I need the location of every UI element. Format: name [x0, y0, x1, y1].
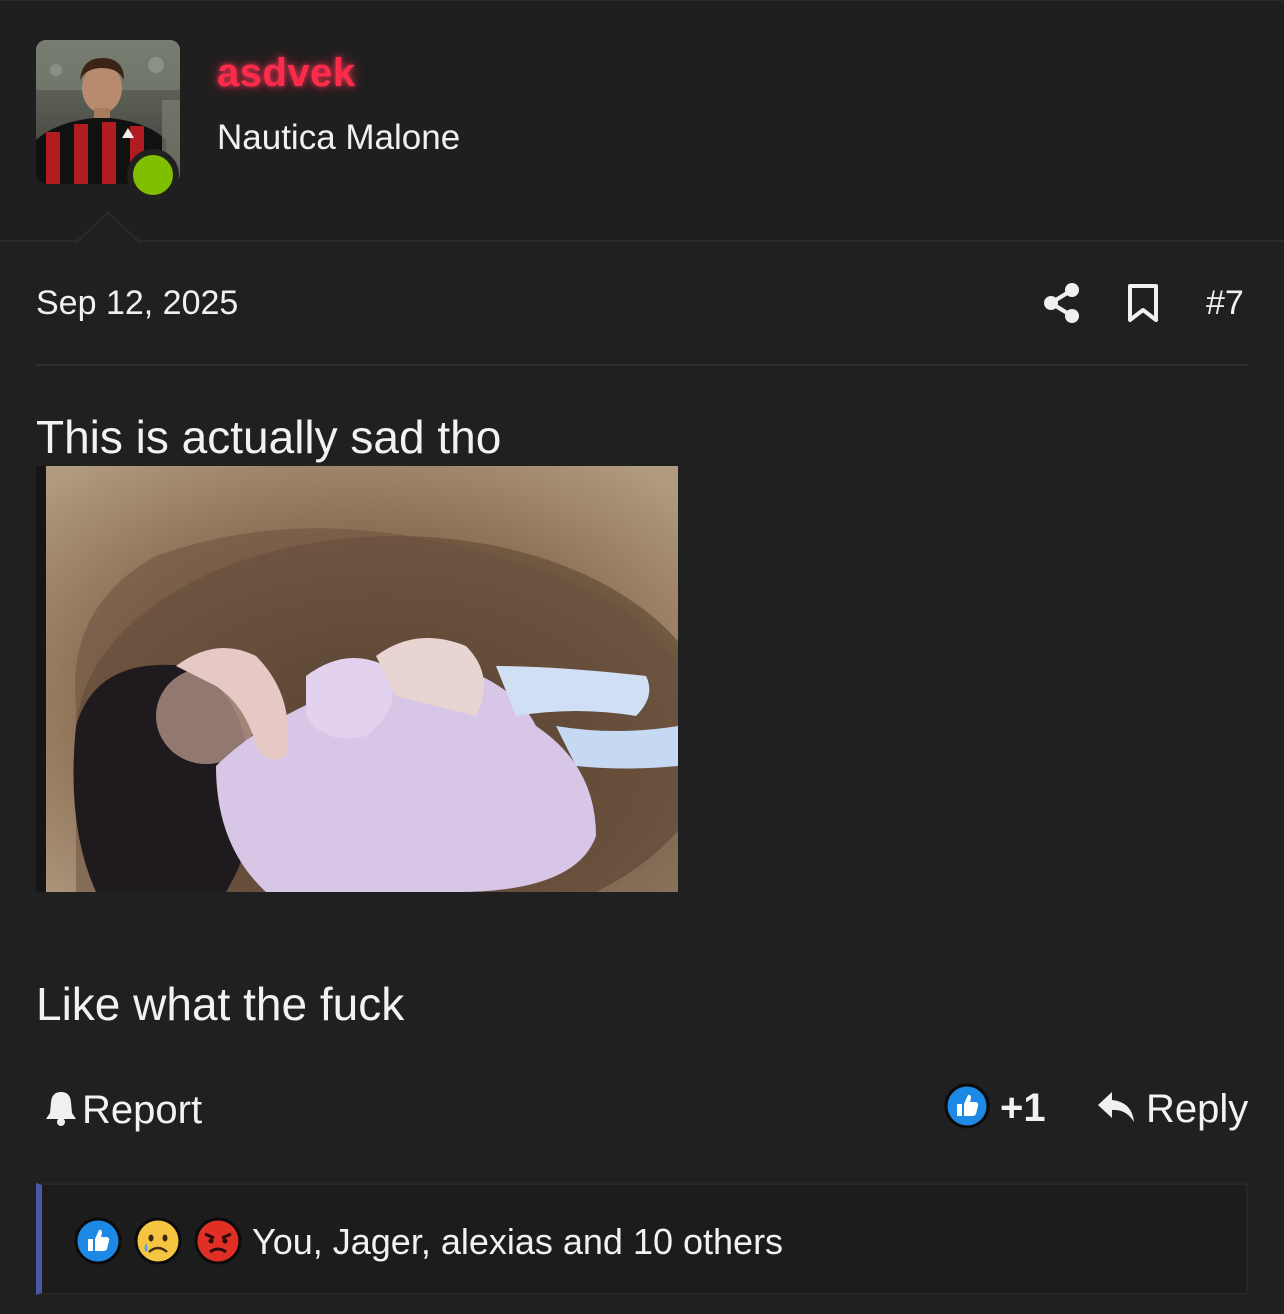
forum-post: asdvek Nautica Malone Sep 12, 2025 #7 Th…	[0, 0, 1284, 1314]
reply-button[interactable]: Reply	[1096, 1083, 1248, 1135]
post-header: asdvek Nautica Malone	[0, 0, 1284, 244]
like-count: +1	[1000, 1085, 1046, 1130]
report-label: Report	[82, 1087, 203, 1132]
reactions-users-text[interactable]: You, Jager, alexias and 10 others	[252, 1221, 783, 1263]
sad-face-icon	[134, 1217, 182, 1265]
report-button[interactable]: Report	[44, 1085, 202, 1135]
post-date[interactable]: Sep 12, 2025	[36, 284, 238, 323]
reactions-summary[interactable]: You, Jager, alexias and 10 others	[36, 1183, 1248, 1295]
username[interactable]: asdvek	[217, 51, 356, 96]
bookmark-icon[interactable]	[1126, 283, 1160, 323]
user-title: Nautica Malone	[217, 118, 461, 157]
post-number[interactable]: #7	[1206, 284, 1244, 323]
reply-label: Reply	[1146, 1086, 1249, 1131]
post-text-line: Like what the fuck	[36, 978, 405, 1030]
post-image[interactable]	[36, 466, 678, 892]
header-caret	[74, 211, 142, 244]
bell-icon	[44, 1089, 78, 1132]
divider	[36, 364, 1248, 366]
thumbs-up-icon	[74, 1217, 122, 1265]
thumbs-up-icon	[944, 1083, 990, 1134]
share-icon[interactable]	[1042, 282, 1082, 324]
reply-arrow-icon	[1096, 1090, 1136, 1129]
like-button[interactable]: +1	[944, 1083, 1046, 1133]
post-text-line: This is actually sad tho	[36, 411, 502, 463]
online-status-dot	[127, 149, 179, 201]
angry-face-icon	[194, 1217, 242, 1265]
